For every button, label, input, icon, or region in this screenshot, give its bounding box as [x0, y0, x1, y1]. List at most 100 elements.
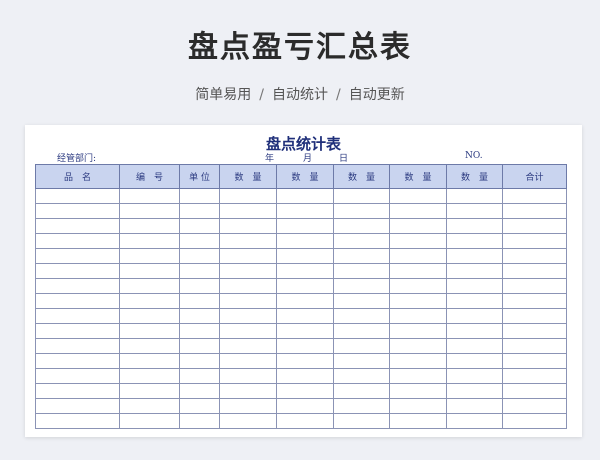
table-cell[interactable]	[389, 353, 447, 369]
table-cell[interactable]	[119, 263, 180, 279]
table-cell[interactable]	[219, 413, 277, 429]
table-cell[interactable]	[333, 278, 390, 294]
table-cell[interactable]	[219, 203, 277, 219]
table-cell[interactable]	[119, 338, 180, 354]
table-cell[interactable]	[179, 233, 220, 249]
table-cell[interactable]	[502, 233, 567, 249]
table-cell[interactable]	[502, 383, 567, 399]
table-cell[interactable]	[119, 218, 180, 234]
table-cell[interactable]	[502, 263, 567, 279]
table-cell[interactable]	[119, 368, 180, 384]
table-cell[interactable]	[119, 293, 180, 309]
table-cell[interactable]	[219, 293, 277, 309]
table-cell[interactable]	[276, 263, 334, 279]
table-cell[interactable]	[35, 323, 120, 339]
table-cell[interactable]	[446, 368, 503, 384]
table-cell[interactable]	[446, 188, 503, 204]
table-cell[interactable]	[389, 233, 447, 249]
table-cell[interactable]	[119, 233, 180, 249]
table-cell[interactable]	[276, 308, 334, 324]
table-cell[interactable]	[179, 338, 220, 354]
table-cell[interactable]	[276, 218, 334, 234]
table-cell[interactable]	[389, 203, 447, 219]
table-cell[interactable]	[219, 383, 277, 399]
table-cell[interactable]	[502, 278, 567, 294]
table-cell[interactable]	[35, 413, 120, 429]
table-cell[interactable]	[276, 323, 334, 339]
table-cell[interactable]	[119, 248, 180, 264]
table-cell[interactable]	[333, 383, 390, 399]
table-cell[interactable]	[446, 398, 503, 414]
table-cell[interactable]	[179, 203, 220, 219]
table-cell[interactable]	[502, 398, 567, 414]
table-cell[interactable]	[502, 413, 567, 429]
table-cell[interactable]	[219, 233, 277, 249]
table-cell[interactable]	[35, 383, 120, 399]
table-cell[interactable]	[119, 398, 180, 414]
table-cell[interactable]	[35, 203, 120, 219]
table-cell[interactable]	[333, 218, 390, 234]
table-cell[interactable]	[35, 353, 120, 369]
table-cell[interactable]	[446, 293, 503, 309]
table-cell[interactable]	[219, 188, 277, 204]
table-cell[interactable]	[119, 323, 180, 339]
table-cell[interactable]	[179, 368, 220, 384]
table-cell[interactable]	[389, 263, 447, 279]
table-cell[interactable]	[333, 353, 390, 369]
table-cell[interactable]	[389, 368, 447, 384]
table-cell[interactable]	[219, 278, 277, 294]
table-cell[interactable]	[389, 188, 447, 204]
table-cell[interactable]	[179, 383, 220, 399]
table-cell[interactable]	[276, 233, 334, 249]
table-cell[interactable]	[389, 248, 447, 264]
table-cell[interactable]	[35, 398, 120, 414]
table-cell[interactable]	[179, 323, 220, 339]
table-cell[interactable]	[179, 293, 220, 309]
table-cell[interactable]	[446, 263, 503, 279]
table-cell[interactable]	[502, 248, 567, 264]
table-cell[interactable]	[276, 398, 334, 414]
table-cell[interactable]	[502, 323, 567, 339]
table-cell[interactable]	[219, 323, 277, 339]
table-cell[interactable]	[35, 248, 120, 264]
table-cell[interactable]	[35, 278, 120, 294]
table-cell[interactable]	[389, 278, 447, 294]
table-cell[interactable]	[35, 293, 120, 309]
table-cell[interactable]	[333, 323, 390, 339]
table-cell[interactable]	[446, 413, 503, 429]
table-cell[interactable]	[502, 293, 567, 309]
table-cell[interactable]	[333, 188, 390, 204]
table-cell[interactable]	[35, 308, 120, 324]
table-cell[interactable]	[389, 398, 447, 414]
table-cell[interactable]	[35, 188, 120, 204]
table-cell[interactable]	[333, 308, 390, 324]
table-cell[interactable]	[35, 338, 120, 354]
table-cell[interactable]	[446, 353, 503, 369]
table-cell[interactable]	[276, 278, 334, 294]
table-cell[interactable]	[502, 368, 567, 384]
table-cell[interactable]	[333, 248, 390, 264]
table-cell[interactable]	[446, 323, 503, 339]
table-cell[interactable]	[179, 398, 220, 414]
table-cell[interactable]	[219, 218, 277, 234]
table-cell[interactable]	[276, 383, 334, 399]
table-cell[interactable]	[35, 218, 120, 234]
table-cell[interactable]	[502, 218, 567, 234]
table-cell[interactable]	[179, 218, 220, 234]
table-cell[interactable]	[219, 398, 277, 414]
table-cell[interactable]	[219, 263, 277, 279]
table-cell[interactable]	[119, 203, 180, 219]
table-cell[interactable]	[179, 248, 220, 264]
table-cell[interactable]	[276, 353, 334, 369]
table-cell[interactable]	[276, 413, 334, 429]
table-cell[interactable]	[389, 308, 447, 324]
table-cell[interactable]	[35, 263, 120, 279]
table-cell[interactable]	[179, 278, 220, 294]
table-cell[interactable]	[446, 308, 503, 324]
table-cell[interactable]	[179, 188, 220, 204]
table-cell[interactable]	[276, 188, 334, 204]
table-cell[interactable]	[276, 203, 334, 219]
table-cell[interactable]	[276, 293, 334, 309]
table-cell[interactable]	[446, 278, 503, 294]
table-cell[interactable]	[446, 218, 503, 234]
